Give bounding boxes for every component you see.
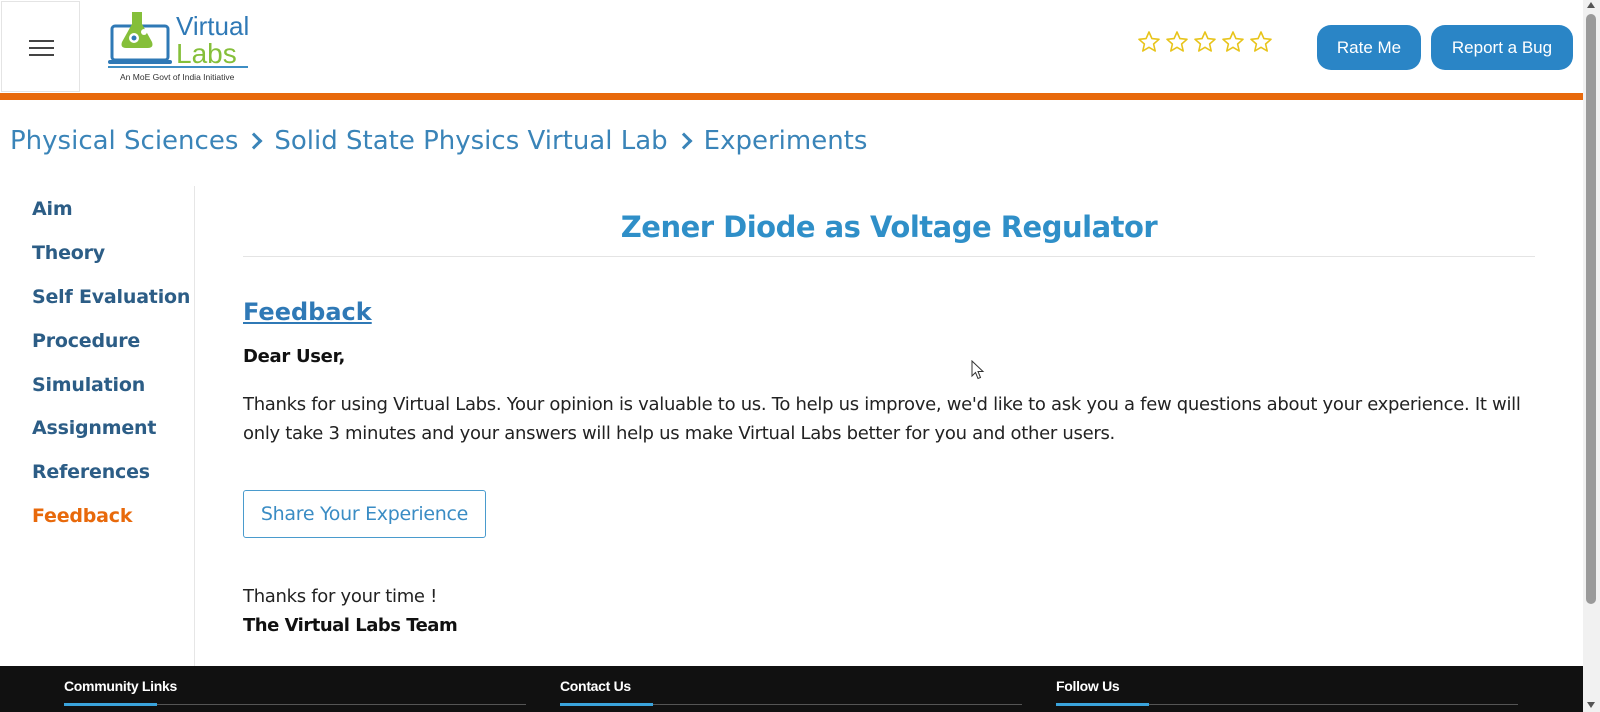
sidebar-item-procedure[interactable]: Procedure — [32, 330, 140, 352]
footer-column-community: Community Links — [64, 666, 526, 712]
site-footer: Community Links Contact Us Follow Us — [0, 666, 1583, 712]
chevron-right-icon — [245, 132, 263, 150]
footer-column-follow: Follow Us — [1056, 666, 1518, 712]
footer-accent-line — [1056, 703, 1149, 706]
experiment-title: Zener Diode as Voltage Regulator — [620, 210, 1158, 244]
signature-text: The Virtual Labs Team — [243, 615, 458, 636]
site-header: Virtual Labs An MoE Govt of India Initia… — [0, 0, 1583, 93]
footer-column-contact: Contact Us — [560, 666, 1022, 712]
footer-accent-line — [64, 703, 157, 706]
sidebar-item-aim[interactable]: Aim — [32, 198, 73, 220]
star-icon[interactable] — [1193, 30, 1217, 54]
header-accent-bar — [0, 93, 1583, 100]
star-icon[interactable] — [1221, 30, 1245, 54]
logo-tagline: An MoE Govt of India Initiative — [120, 72, 235, 82]
footer-accent-line — [560, 703, 653, 706]
star-icon[interactable] — [1165, 30, 1189, 54]
menu-bar-icon — [29, 47, 54, 49]
share-experience-button[interactable]: Share Your Experience — [243, 490, 486, 538]
scroll-up-arrow-icon[interactable] — [1587, 2, 1595, 8]
scroll-down-arrow-icon[interactable] — [1587, 702, 1595, 708]
sidebar-item-simulation[interactable]: Simulation — [32, 374, 145, 396]
breadcrumb: Physical Sciences Solid State Physics Vi… — [10, 126, 867, 156]
logo-word-virtual: Virtual — [176, 11, 250, 41]
logo-word-labs: Labs — [176, 38, 237, 69]
thanks-text: Thanks for your time ! — [243, 586, 438, 607]
sidebar-item-self-evaluation[interactable]: Self Evaluation — [32, 286, 190, 308]
title-divider — [243, 256, 1535, 257]
virtual-labs-logo[interactable]: Virtual Labs An MoE Govt of India Initia… — [108, 6, 253, 86]
hamburger-menu-button[interactable] — [1, 1, 80, 92]
breadcrumb-link-lab[interactable]: Solid State Physics Virtual Lab — [274, 126, 667, 156]
star-icon[interactable] — [1249, 30, 1273, 54]
rating-stars — [1137, 30, 1273, 54]
breadcrumb-link-physical-sciences[interactable]: Physical Sciences — [10, 126, 238, 156]
report-bug-button[interactable]: Report a Bug — [1431, 25, 1573, 70]
footer-heading: Community Links — [64, 678, 177, 694]
feedback-heading-link[interactable]: Feedback — [243, 298, 372, 326]
sidebar-item-assignment[interactable]: Assignment — [32, 417, 156, 439]
feedback-paragraph: Thanks for using Virtual Labs. Your opin… — [243, 394, 1521, 444]
rate-me-button[interactable]: Rate Me — [1317, 25, 1421, 70]
sidebar-item-feedback[interactable]: Feedback — [32, 505, 133, 527]
menu-bar-icon — [29, 40, 54, 42]
chevron-right-icon — [675, 132, 693, 150]
sidebar-item-theory[interactable]: Theory — [32, 242, 105, 264]
scrollbar-thumb[interactable] — [1586, 14, 1596, 604]
logo-divider — [108, 66, 248, 68]
menu-bar-icon — [29, 54, 54, 56]
flask-laptop-icon — [108, 12, 172, 64]
mouse-cursor-icon — [971, 360, 985, 380]
star-icon[interactable] — [1137, 30, 1161, 54]
greeting-text: Dear User, — [243, 346, 346, 367]
experiment-sidebar: Aim Theory Self Evaluation Procedure Sim… — [0, 186, 195, 666]
footer-heading: Follow Us — [1056, 678, 1120, 694]
breadcrumb-link-experiments[interactable]: Experiments — [704, 126, 868, 156]
page-scrollbar[interactable] — [1583, 0, 1600, 712]
footer-heading: Contact Us — [560, 678, 631, 694]
sidebar-item-references[interactable]: References — [32, 461, 150, 483]
